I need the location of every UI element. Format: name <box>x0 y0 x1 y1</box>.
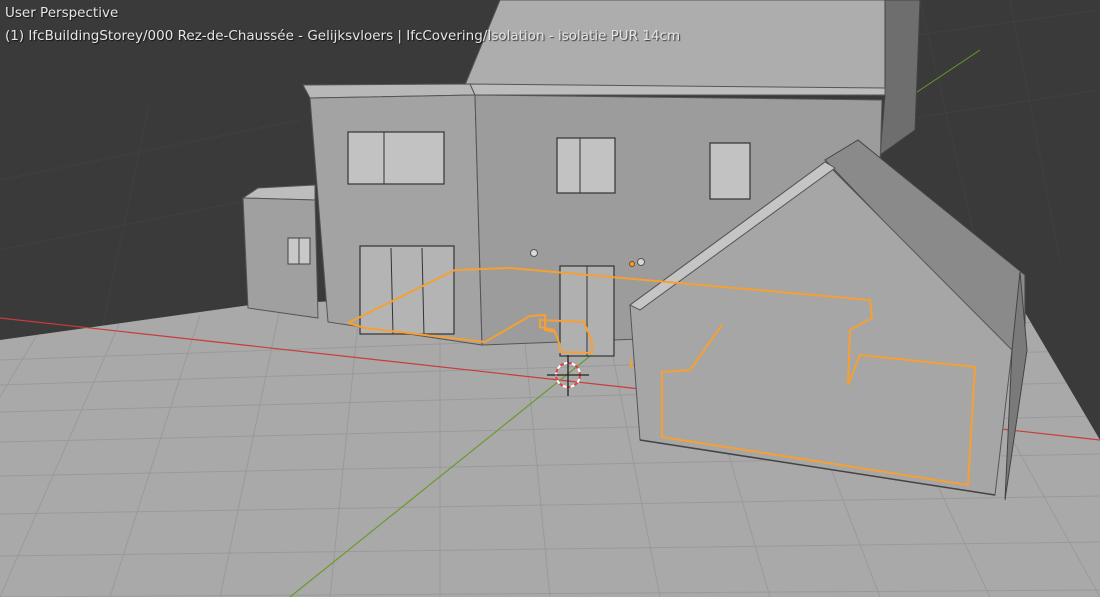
origin-point-icon <box>637 258 645 266</box>
left-annex <box>241 184 319 319</box>
active-object-label: (1) IfcBuildingStorey/000 Rez-de-Chaussé… <box>5 28 681 44</box>
main-house-left-block <box>302 83 483 346</box>
origin-point-icon <box>530 249 538 257</box>
viewport-canvas[interactable] <box>0 0 1100 597</box>
3d-viewport[interactable]: User Perspective (1) IfcBuildingStorey/0… <box>0 0 1100 597</box>
origin-point-icon <box>629 261 635 267</box>
view-mode-label: User Perspective <box>5 5 119 21</box>
